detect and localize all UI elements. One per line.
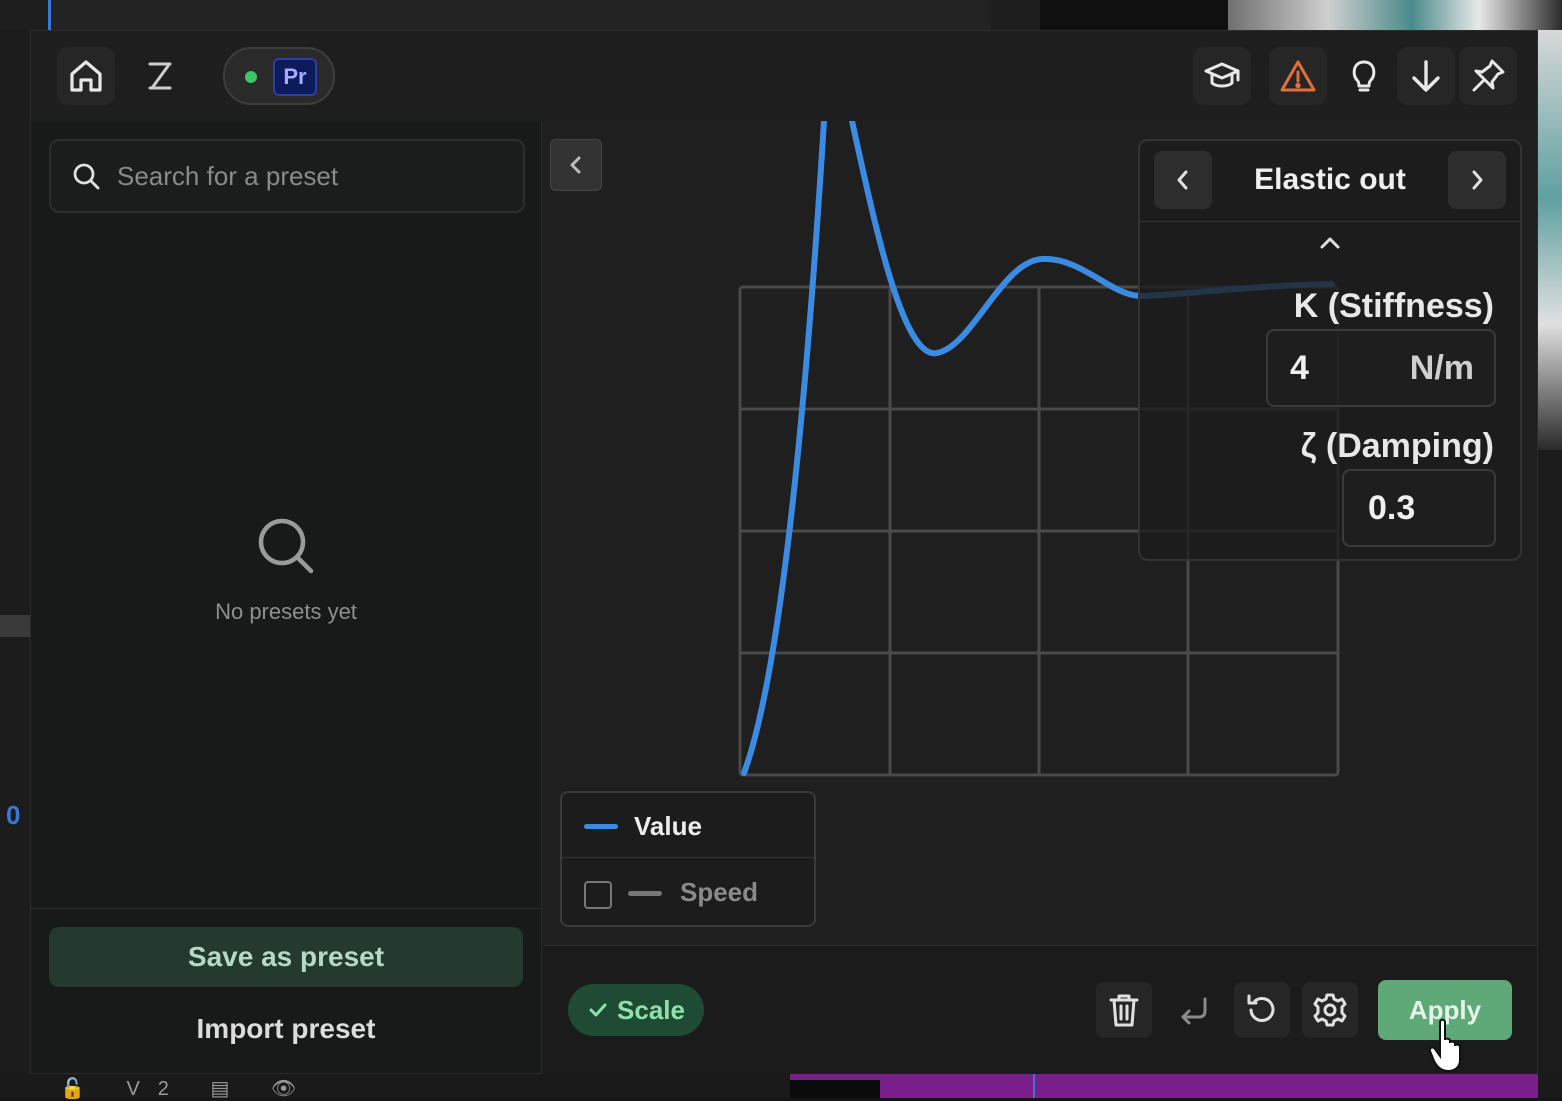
- home-button[interactable]: [57, 47, 115, 105]
- empty-state-text: No presets yet: [215, 599, 357, 624]
- search-icon: [73, 163, 100, 190]
- tips-button[interactable]: [1335, 47, 1393, 105]
- easing-preset-panel: Elastic out K (Stiffness) 4 N/m ζ (Dampi…: [1138, 139, 1522, 561]
- connected-status-dot: [245, 71, 257, 83]
- speed-line-swatch: [628, 891, 662, 896]
- top-toolbar: Pr: [31, 31, 1537, 121]
- download-button[interactable]: [1397, 47, 1455, 105]
- sidebar-footer: Save as preset Import preset: [31, 908, 541, 1074]
- trash-icon: [1109, 994, 1139, 1027]
- stiffness-label: K (Stiffness): [1293, 287, 1494, 325]
- easing-mode-button[interactable]: [131, 47, 189, 105]
- host-right-panel: [1538, 30, 1562, 1098]
- host-video-thumbnail: [1228, 0, 1562, 30]
- arrow-down-icon: [1412, 60, 1440, 92]
- preset-search-input[interactable]: [115, 155, 509, 197]
- preset-search-box[interactable]: [49, 139, 525, 213]
- premiere-badge: Pr: [273, 58, 317, 96]
- previous-preset-button[interactable]: [1154, 151, 1212, 209]
- legend-item-speed[interactable]: Speed: [562, 859, 814, 923]
- premiere-connection-pill[interactable]: Pr: [223, 47, 335, 105]
- pin-icon: [1472, 59, 1505, 92]
- gear-icon: [1313, 993, 1347, 1027]
- host-track-controls: 🔓 V2 ▤ 👁: [60, 1078, 315, 1100]
- tutorial-button[interactable]: [1193, 47, 1251, 105]
- warning-button[interactable]: [1269, 47, 1327, 105]
- host-panel-strip: [1040, 0, 1230, 30]
- chevron-left-icon: [570, 156, 581, 174]
- warning-triangle-icon: [1280, 60, 1316, 92]
- host-playhead: [1033, 1072, 1035, 1098]
- damping-value: 0.3: [1368, 489, 1416, 527]
- preset-selector: Elastic out: [1140, 141, 1520, 222]
- speed-checkbox[interactable]: [584, 881, 612, 909]
- chevron-left-icon: [1177, 170, 1188, 190]
- damping-input[interactable]: 0.3: [1342, 469, 1496, 547]
- graph-legend: Value Speed: [560, 791, 816, 927]
- reset-icon: [1247, 994, 1275, 1022]
- ease-plugin-panel: Pr Search for a preset No presets yet Sa…: [30, 30, 1538, 1074]
- next-preset-button[interactable]: [1448, 151, 1506, 209]
- legend-item-value: Value: [562, 793, 814, 858]
- collapse-sidebar-button[interactable]: [550, 139, 602, 191]
- return-arrow-icon: [1181, 997, 1207, 1025]
- legend-value-label: Value: [634, 811, 702, 841]
- host-panel-tab: [0, 615, 30, 637]
- stiffness-unit: N/m: [1409, 349, 1474, 387]
- host-clip: [790, 1072, 1538, 1098]
- lightbulb-icon: [1352, 60, 1376, 92]
- legend-speed-label: Speed: [680, 877, 759, 907]
- scale-toggle[interactable]: Scale: [568, 984, 704, 1036]
- collapse-parameters-icon[interactable]: [1316, 233, 1344, 253]
- stiffness-input[interactable]: 4 N/m: [1266, 329, 1496, 407]
- reset-button[interactable]: [1234, 982, 1290, 1038]
- home-icon: [70, 60, 102, 92]
- graduation-cap-icon: [1204, 62, 1240, 88]
- host-preview-image: [1538, 30, 1562, 450]
- value-line-swatch: [584, 824, 618, 829]
- save-as-preset-button[interactable]: Save as preset: [49, 927, 523, 987]
- easing-curve-icon: [148, 62, 172, 90]
- host-timeline-strip: [48, 0, 991, 30]
- scale-label: Scale: [617, 994, 685, 1025]
- host-timecode-fragment: 0: [6, 800, 21, 830]
- checkmark-icon: [589, 1003, 607, 1017]
- delete-button[interactable]: [1096, 982, 1152, 1038]
- host-left-panel: 0: [0, 30, 30, 1072]
- stiffness-value: 4: [1290, 349, 1309, 387]
- hand-cursor-icon: [1428, 1018, 1461, 1073]
- pin-button[interactable]: [1459, 47, 1517, 105]
- preset-title: Elastic out: [1254, 163, 1406, 196]
- preset-sidebar: No presets yet Save as preset Import pre…: [31, 121, 542, 1073]
- chevron-right-icon: [1472, 170, 1483, 190]
- damping-label: ζ (Damping): [1300, 427, 1494, 465]
- undo-button[interactable]: [1166, 982, 1222, 1038]
- empty-search-icon: [258, 518, 314, 574]
- bottom-toolbar: Scale Apply: [542, 945, 1537, 1074]
- settings-button[interactable]: [1302, 982, 1358, 1038]
- host-clip-label: [790, 1080, 880, 1098]
- import-preset-button[interactable]: Import preset: [49, 1003, 523, 1055]
